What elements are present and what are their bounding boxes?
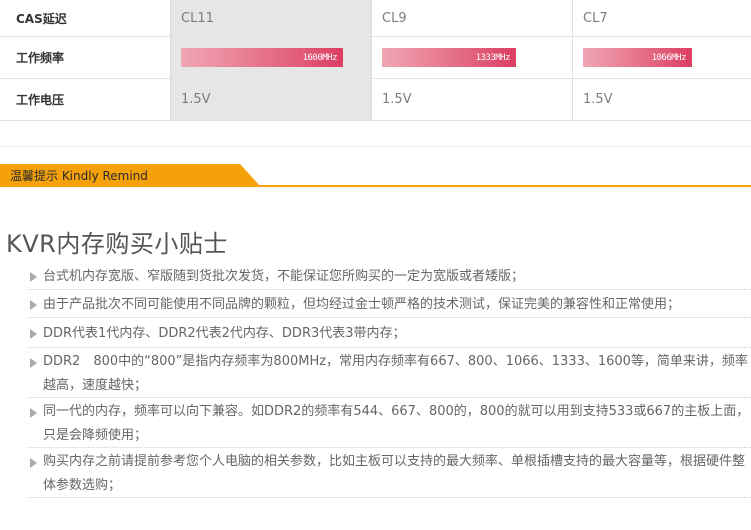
divider — [0, 146, 751, 147]
spec-row-frequency: 工作频率 1600MHz 1333MHz 1066MHz — [0, 37, 751, 79]
arrow-right-icon — [30, 272, 37, 282]
tips-heading: KVR内存购买小贴士 — [6, 230, 228, 258]
tip-text: 同一代的内存，频率可以向下兼容。如DDR2的频率有544、667、800的，80… — [43, 404, 750, 443]
frequency-bar: 1600MHz — [181, 48, 343, 67]
arrow-right-icon — [30, 458, 37, 468]
cell-voltage: 1.5V — [583, 92, 613, 107]
spec-table: CAS延迟 CL11 CL9 CL7 工作频率 1600MHz 1333MHz … — [0, 0, 751, 121]
tip-text: DDR2 800中的“800”是指内存频率为800MHz，常用内存频率有667、… — [43, 354, 748, 393]
frequency-bar: 1066MHz — [583, 48, 692, 67]
spec-row-voltage: 工作电压 1.5V 1.5V 1.5V — [0, 79, 751, 121]
cell-cl7: CL7 — [583, 10, 608, 26]
arrow-right-icon — [30, 358, 37, 368]
row-label: 工作频率 — [16, 51, 65, 65]
arrow-right-icon — [30, 329, 37, 339]
arrow-right-icon — [30, 408, 37, 418]
remind-banner: 温馨提示 Kindly Remind — [0, 164, 751, 188]
cell-voltage: 1.5V — [372, 79, 573, 120]
cell-cl9: CL9 — [372, 0, 573, 36]
cell-voltage: 1.5V — [170, 79, 372, 120]
tip-text: 购买内存之前请提前参考您个人电脑的相关参数，比如主板可以支持的最大频率、单根插槽… — [43, 454, 746, 493]
list-item: 同一代的内存，频率可以向下兼容。如DDR2的频率有544、667、800的，80… — [28, 400, 751, 448]
list-item: 购买内存之前请提前参考您个人电脑的相关参数，比如主板可以支持的最大频率、单根插槽… — [28, 450, 751, 498]
remind-title: 温馨提示 Kindly Remind — [0, 164, 260, 186]
list-item: DDR代表1代内存、DDR2代表2代内存、DDR3代表3带内存； — [28, 320, 751, 348]
tip-text: DDR代表1代内存、DDR2代表2代内存、DDR3代表3带内存； — [43, 326, 406, 341]
tip-text: 台式机内存宽版、窄版随到货批次发货，不能保证您所购买的一定为宽版或者矮版； — [43, 269, 525, 284]
frequency-bar: 1333MHz — [382, 48, 516, 67]
tip-text: 由于产品批次不同可能使用不同品牌的颗粒，但均经过金士顿严格的技术测试，保证完美的… — [43, 297, 681, 312]
remind-underline — [0, 185, 751, 187]
row-label: 工作电压 — [16, 93, 65, 107]
cell-freq-1600: 1600MHz — [170, 37, 372, 78]
spec-row-cas: CAS延迟 CL11 CL9 CL7 — [0, 0, 751, 37]
cell-freq-1333: 1333MHz — [372, 37, 573, 78]
list-item: 由于产品批次不同可能使用不同品牌的颗粒，但均经过金士顿严格的技术测试，保证完美的… — [28, 292, 751, 318]
row-label: CAS延迟 — [16, 11, 67, 26]
cell-cl11: CL11 — [170, 0, 372, 36]
cell-freq-1066: 1066MHz — [573, 37, 751, 78]
arrow-right-icon — [30, 300, 37, 310]
list-item: DDR2 800中的“800”是指内存频率为800MHz，常用内存频率有667、… — [28, 350, 751, 398]
list-item: 台式机内存宽版、窄版随到货批次发货，不能保证您所购买的一定为宽版或者矮版； — [28, 264, 751, 290]
